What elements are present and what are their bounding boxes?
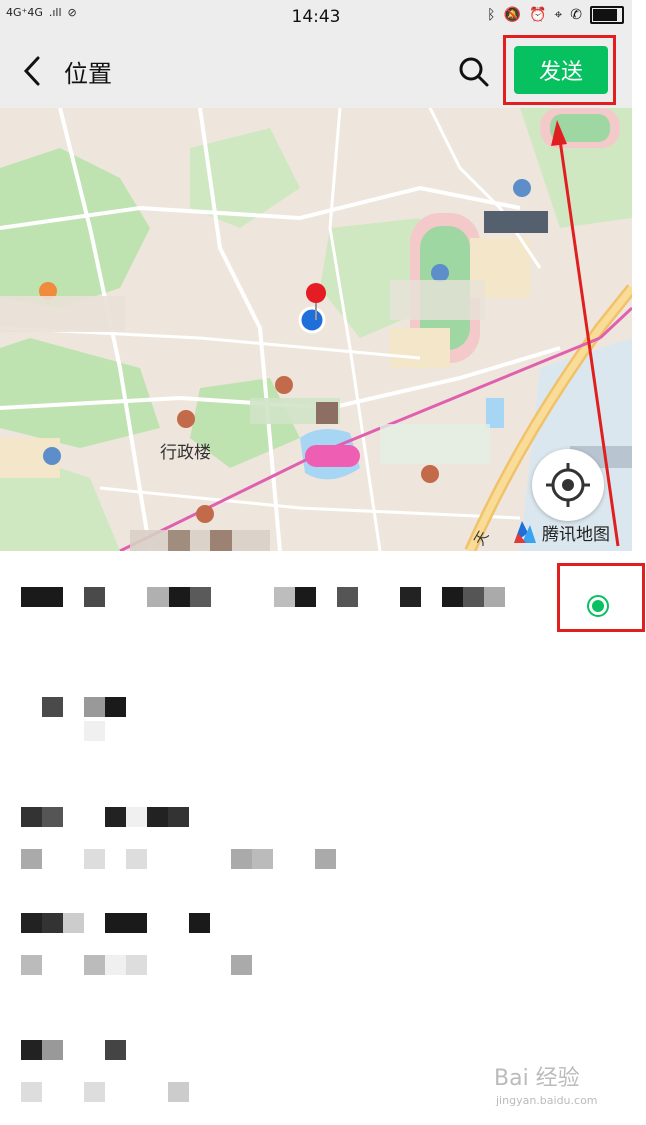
watermark: Bai 经验 (494, 1066, 580, 1091)
watermark-url: jingyan.baidu.com (496, 1094, 598, 1107)
annotation-arrow (551, 120, 620, 547)
